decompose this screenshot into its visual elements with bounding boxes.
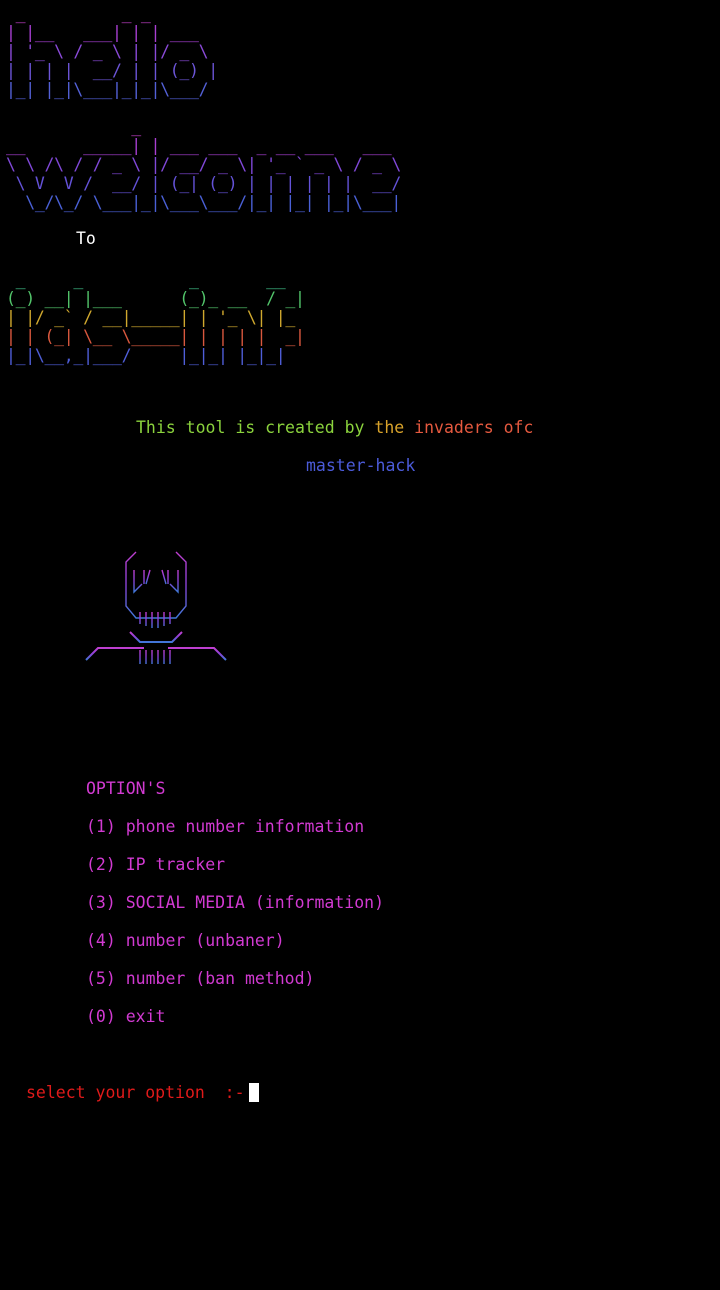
lbs-line-2: (_) __| |___ (_)_ __ / _| bbox=[6, 289, 305, 308]
text-cursor[interactable] bbox=[248, 1083, 259, 1102]
welcome-ascii-banner: _ __ _____| | ___ ___ _ __ ___ ___ \ \ /… bbox=[6, 117, 401, 212]
option-ip-tracker[interactable]: (2) IP tracker bbox=[86, 855, 225, 875]
hello-line-2: | |__ ___| | | ___ bbox=[6, 23, 218, 42]
welcome-line-4: \ V V / __/ | (_| (_) | | | | | | __/ bbox=[6, 174, 402, 193]
welcome-line-3: \ \ /\ / / _ \ |/ __/ _ \| '_ ` _ \ / _ … bbox=[6, 155, 401, 174]
welcome-line-5: \_/\_/ \___|_|\___\___/|_| |_| |_|\___| bbox=[6, 193, 401, 212]
option-phone-number-information[interactable]: (1) phone number information bbox=[86, 817, 364, 837]
welcome-line-1: _ bbox=[6, 117, 392, 136]
credit-part-2: the bbox=[374, 418, 405, 437]
credit-line: This tool is created by the invaders ofc bbox=[136, 418, 533, 438]
options-heading: OPTION'S bbox=[86, 779, 166, 798]
skull-logo-icon bbox=[85, 550, 227, 664]
hello-line-3: | '_ \ / _ \ | |/ _ \ bbox=[6, 42, 218, 61]
lbs-line-3: | |/ _` / __|_____| | '_ \| |_ bbox=[6, 308, 305, 327]
option-social-media[interactable]: (3) SOCIAL MEDIA (information) bbox=[86, 893, 384, 913]
option-exit[interactable]: (0) exit bbox=[86, 1007, 165, 1027]
hello-line-5: |_| |_|\___|_|_|\___/ bbox=[6, 80, 218, 99]
hello-line-4: | | | | __/ | | (_) | bbox=[6, 61, 218, 80]
input-prompt[interactable]: select your option :- bbox=[26, 1083, 259, 1103]
to-label: To bbox=[76, 229, 96, 248]
credit-part-3: invaders ofc bbox=[414, 418, 534, 437]
lbs-inf-ascii-banner: _ _ _ __ (_) __| |___ (_)_ __ / _| | |/ … bbox=[6, 270, 305, 365]
hello-ascii-banner: _ _ _ | |__ ___| | | ___ | '_ \ / _ \ | … bbox=[6, 4, 218, 99]
lbs-line-5: |_|\__,_|___/ |_|_| |_|_| bbox=[6, 346, 305, 365]
terminal-screen: _ _ _ | |__ ___| | | ___ | '_ \ / _ \ | … bbox=[0, 0, 720, 1290]
hello-line-1: _ _ _ bbox=[6, 4, 218, 23]
welcome-line-2: __ _____| | ___ ___ _ __ ___ ___ bbox=[6, 136, 401, 155]
prompt-label: select your option :- bbox=[26, 1083, 245, 1102]
author-name: master-hack bbox=[306, 456, 416, 475]
lbs-line-4: | | (_| \__ \_____| | | | | _| bbox=[6, 327, 305, 346]
lbs-line-1: _ _ _ __ bbox=[6, 270, 296, 289]
option-number-unbaner[interactable]: (4) number (unbaner) bbox=[86, 931, 285, 951]
option-number-ban-method[interactable]: (5) number (ban method) bbox=[86, 969, 314, 989]
credit-part-1: This tool is created by bbox=[136, 418, 365, 437]
